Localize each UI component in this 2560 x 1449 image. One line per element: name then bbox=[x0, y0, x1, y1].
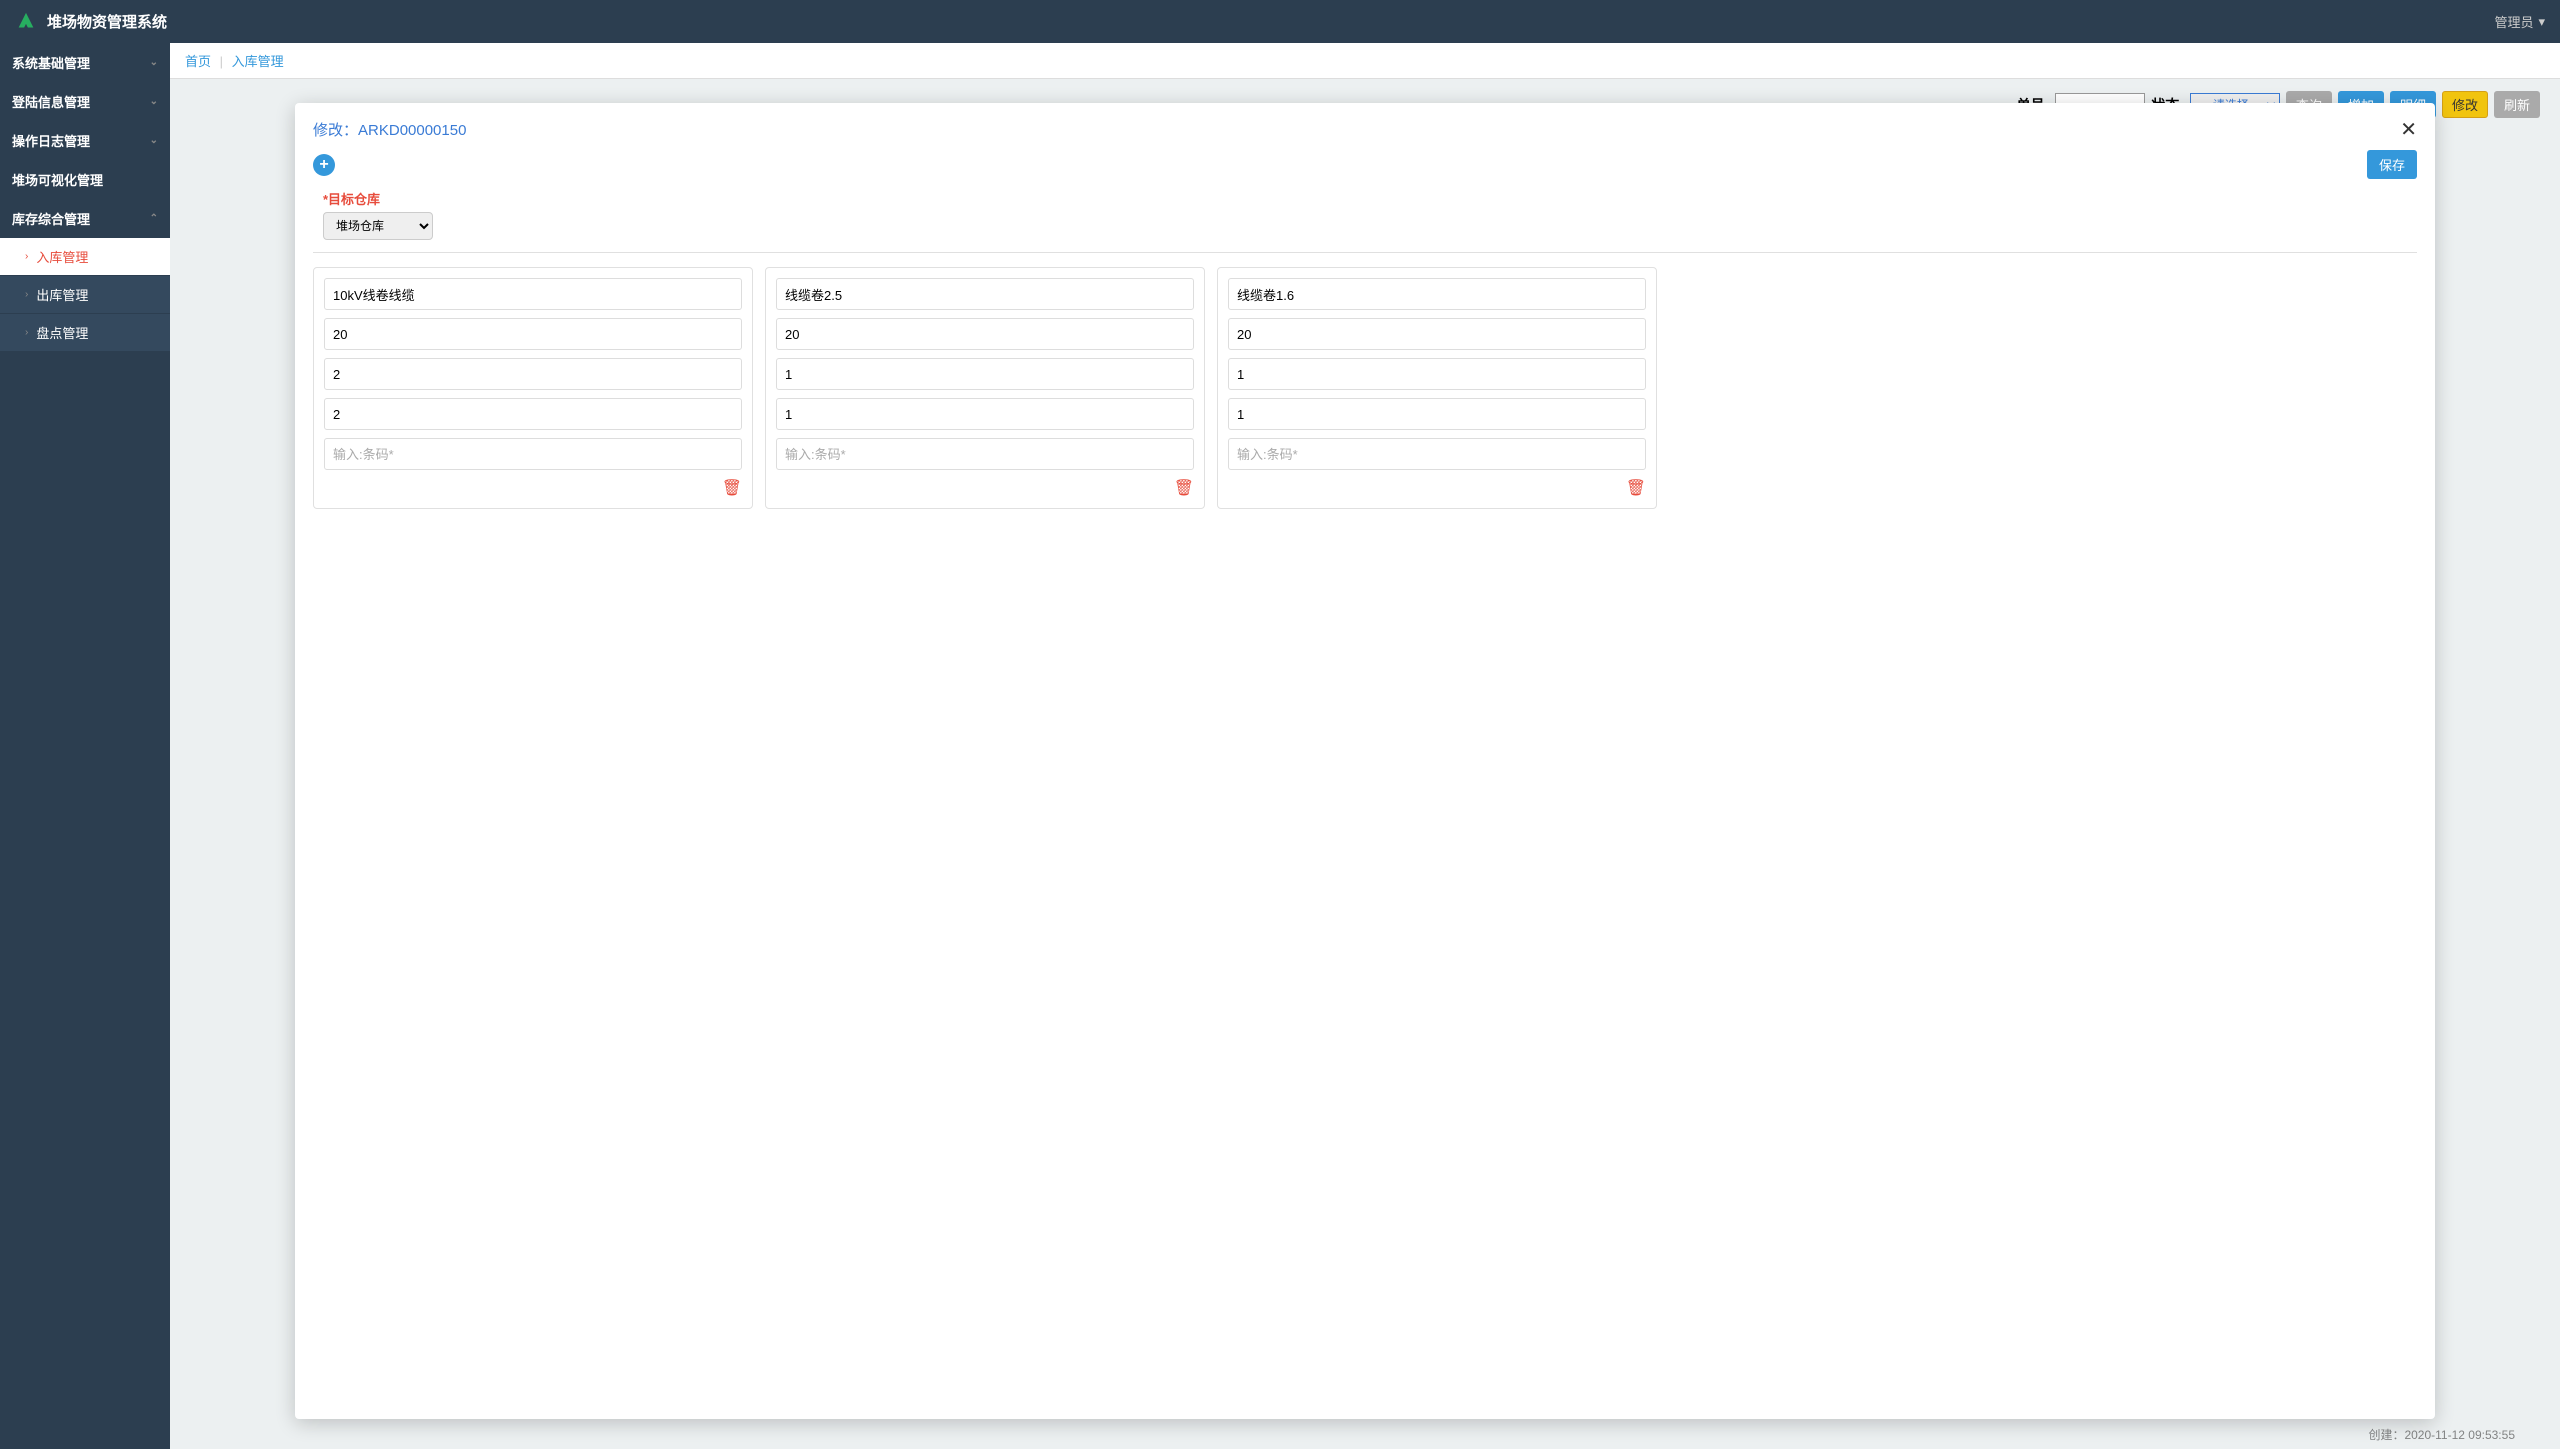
modal-body: *目标仓库 堆场仓库 bbox=[295, 189, 2435, 1419]
app-title: 堆场物资管理系统 bbox=[47, 11, 167, 32]
item-barcode-input[interactable] bbox=[324, 438, 742, 470]
edit-modal: 修改：ARKD00000150 ✕ + 保存 *目标仓库 堆场仓库 bbox=[295, 103, 2435, 1419]
item-field4-input[interactable] bbox=[1228, 398, 1646, 430]
chevron-right-icon: › bbox=[25, 289, 28, 300]
item-cards-row: 🗑 🗑 bbox=[313, 267, 2417, 509]
logo-icon bbox=[15, 11, 37, 33]
save-button[interactable]: 保存 bbox=[2367, 150, 2417, 179]
menu-inventory[interactable]: 库存综合管理 ⌃ bbox=[0, 199, 170, 238]
target-warehouse-row: *目标仓库 堆场仓库 bbox=[313, 189, 2417, 240]
header-left: 堆场物资管理系统 bbox=[15, 11, 167, 33]
item-card: 🗑 bbox=[765, 267, 1205, 509]
item-field3-input[interactable] bbox=[776, 358, 1194, 390]
sidebar: 系统基础管理 ⌄ 登陆信息管理 ⌄ 操作日志管理 ⌄ 堆场可视化管理 库存综合管… bbox=[0, 43, 170, 1449]
add-card-button[interactable]: + bbox=[313, 154, 335, 176]
target-warehouse-select[interactable]: 堆场仓库 bbox=[323, 212, 433, 240]
submenu-inventory: › 入库管理 › 出库管理 › 盘点管理 bbox=[0, 238, 170, 352]
item-field2-input[interactable] bbox=[1228, 318, 1646, 350]
trash-icon[interactable]: 🗑 bbox=[722, 478, 742, 498]
caret-down-icon: ▾ bbox=[2538, 14, 2545, 30]
chevron-right-icon: › bbox=[25, 251, 28, 262]
target-label: *目标仓库 bbox=[323, 189, 2417, 208]
chevron-down-icon: ⌄ bbox=[150, 57, 158, 68]
submenu-label: 入库管理 bbox=[36, 247, 88, 266]
submenu-label: 盘点管理 bbox=[36, 323, 88, 342]
item-field4-input[interactable] bbox=[324, 398, 742, 430]
menu-label: 系统基础管理 bbox=[12, 53, 90, 72]
card-footer: 🗑 bbox=[1228, 478, 1646, 498]
item-card: 🗑 bbox=[313, 267, 753, 509]
menu-label: 登陆信息管理 bbox=[12, 92, 90, 111]
submenu-outbound[interactable]: › 出库管理 bbox=[0, 276, 170, 314]
item-card: 🗑 bbox=[1217, 267, 1657, 509]
modal-toolbar: + 保存 bbox=[295, 150, 2435, 189]
user-label: 管理员 bbox=[2494, 12, 2533, 31]
item-barcode-input[interactable] bbox=[776, 438, 1194, 470]
breadcrumb-home[interactable]: 首页 bbox=[185, 54, 211, 69]
submenu-inbound[interactable]: › 入库管理 bbox=[0, 238, 170, 276]
menu-operation-log[interactable]: 操作日志管理 ⌄ bbox=[0, 121, 170, 160]
trash-icon[interactable]: 🗑 bbox=[1626, 478, 1646, 498]
menu-system-base[interactable]: 系统基础管理 ⌄ bbox=[0, 43, 170, 82]
modal-header: 修改：ARKD00000150 ✕ bbox=[295, 103, 2435, 150]
item-name-input[interactable] bbox=[776, 278, 1194, 310]
chevron-up-icon: ⌃ bbox=[150, 213, 158, 224]
card-footer: 🗑 bbox=[776, 478, 1194, 498]
divider bbox=[313, 252, 2417, 253]
menu-login-info[interactable]: 登陆信息管理 ⌄ bbox=[0, 82, 170, 121]
breadcrumb-sep: | bbox=[220, 54, 223, 69]
trash-icon[interactable]: 🗑 bbox=[1174, 478, 1194, 498]
chevron-down-icon: ⌄ bbox=[150, 135, 158, 146]
menu-label: 库存综合管理 bbox=[12, 209, 90, 228]
chevron-down-icon: ⌄ bbox=[150, 96, 158, 107]
breadcrumb-current[interactable]: 入库管理 bbox=[232, 54, 284, 69]
app-header: 堆场物资管理系统 管理员 ▾ bbox=[0, 0, 2560, 43]
card-footer: 🗑 bbox=[324, 478, 742, 498]
item-field2-input[interactable] bbox=[324, 318, 742, 350]
menu-label: 操作日志管理 bbox=[12, 131, 90, 150]
item-name-input[interactable] bbox=[324, 278, 742, 310]
content-area: 首页 | 入库管理 单号: 状态: ----请选择---- 查询 增加 明细 修… bbox=[170, 43, 2560, 1449]
item-field3-input[interactable] bbox=[1228, 358, 1646, 390]
chevron-right-icon: › bbox=[25, 327, 28, 338]
item-field4-input[interactable] bbox=[776, 398, 1194, 430]
item-field2-input[interactable] bbox=[776, 318, 1194, 350]
menu-yard-visual[interactable]: 堆场可视化管理 bbox=[0, 160, 170, 199]
menu-label: 堆场可视化管理 bbox=[12, 170, 103, 189]
submenu-stocktake[interactable]: › 盘点管理 bbox=[0, 314, 170, 352]
user-menu[interactable]: 管理员 ▾ bbox=[2494, 12, 2545, 31]
item-barcode-input[interactable] bbox=[1228, 438, 1646, 470]
modal-title: 修改：ARKD00000150 bbox=[313, 119, 466, 140]
item-field3-input[interactable] bbox=[324, 358, 742, 390]
submenu-label: 出库管理 bbox=[36, 285, 88, 304]
modal-close-button[interactable]: ✕ bbox=[2400, 117, 2417, 142]
breadcrumb: 首页 | 入库管理 bbox=[170, 43, 2560, 79]
item-name-input[interactable] bbox=[1228, 278, 1646, 310]
modal-overlay: 修改：ARKD00000150 ✕ + 保存 *目标仓库 堆场仓库 bbox=[170, 103, 2560, 1449]
